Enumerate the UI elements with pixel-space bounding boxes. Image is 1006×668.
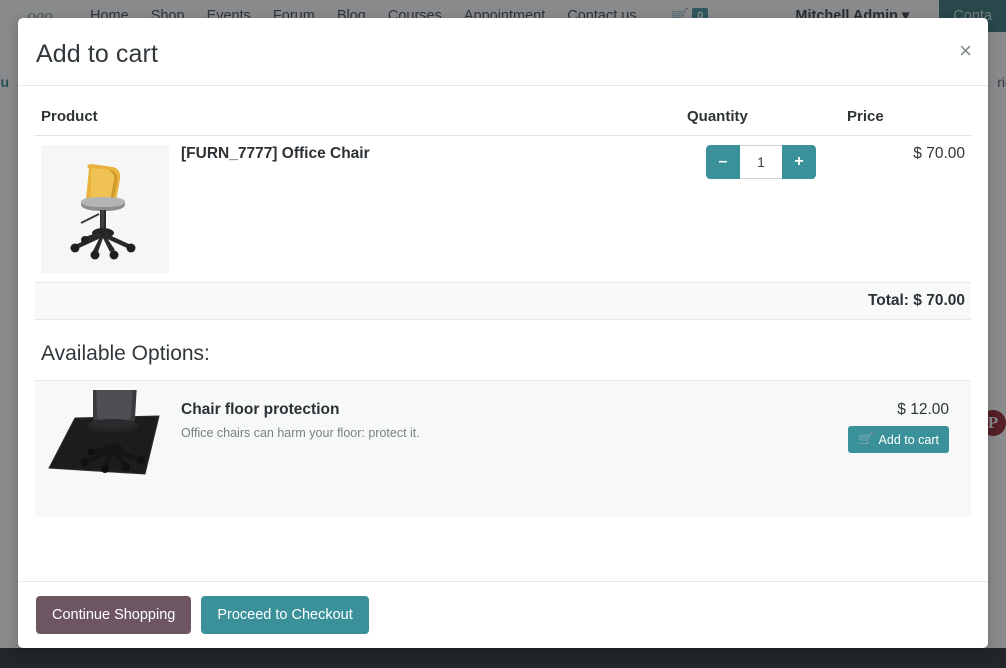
office-chair-illustration — [41, 145, 169, 273]
cart-total-row: Total: $ 70.00 — [35, 282, 971, 320]
quantity-decrease-button[interactable]: – — [706, 145, 740, 179]
add-option-to-cart-button[interactable]: 🛒 Add to cart — [847, 426, 949, 453]
column-header-quantity: Quantity — [681, 100, 841, 136]
product-image-cell — [35, 135, 175, 283]
quantity-stepper: – + — [706, 145, 816, 179]
cart-table-body: [FURN_7777] Office Chair – + $ 70.00 Tot… — [35, 135, 971, 320]
product-name: [FURN_7777] Office Chair — [181, 145, 370, 162]
cart-table-head: Product Quantity Price — [35, 100, 971, 136]
modal-body: Product Quantity Price [FURN_7777] Offic… — [18, 86, 988, 581]
add-to-cart-modal: Add to cart × Product Quantity Price [FU… — [18, 18, 988, 648]
available-options-heading: Available Options: — [41, 342, 210, 365]
table-row: [FURN_7777] Office Chair – + $ 70.00 — [35, 135, 971, 283]
options-table-body: Chair floor protection Office chairs can… — [35, 380, 971, 517]
office-chair-image[interactable] — [41, 145, 169, 273]
option-description-cell: Chair floor protection Office chairs can… — [175, 380, 801, 517]
table-header-row: Product Quantity Price — [35, 100, 971, 136]
continue-shopping-button[interactable]: Continue Shopping — [36, 596, 192, 634]
quantity-increase-button[interactable]: + — [782, 145, 816, 179]
modal-header: Add to cart × — [18, 18, 988, 86]
modal-footer: Continue Shopping Proceed to Checkout — [18, 581, 988, 648]
add-to-cart-label: Add to cart — [878, 432, 939, 447]
available-options-table: Chair floor protection Office chairs can… — [35, 380, 971, 517]
option-description: Office chairs can harm your floor: prote… — [181, 426, 420, 440]
product-price: $ 70.00 — [841, 135, 971, 283]
cart-items-table: Product Quantity Price [FURN_7777] Offic… — [35, 100, 971, 320]
close-icon[interactable]: × — [959, 40, 972, 62]
shopping-cart-icon: 🛒 — [857, 432, 874, 446]
option-price: $ 12.00 — [897, 401, 949, 418]
option-row: Chair floor protection Office chairs can… — [35, 380, 971, 517]
column-header-product: Product — [35, 100, 681, 136]
quantity-input[interactable] — [740, 145, 782, 179]
option-name: Chair floor protection — [181, 401, 340, 418]
modal-title: Add to cart — [36, 40, 158, 68]
product-quantity-cell: – + — [681, 135, 841, 283]
option-price-cell: $ 12.00 🛒 Add to cart — [801, 380, 971, 517]
product-name-cell: [FURN_7777] Office Chair — [175, 135, 681, 283]
option-image-cell — [35, 380, 175, 517]
column-header-price: Price — [841, 100, 971, 136]
chair-floor-mat-illustration — [41, 390, 169, 508]
proceed-to-checkout-button[interactable]: Proceed to Checkout — [201, 596, 369, 634]
cart-total-label: Total: $ 70.00 — [35, 282, 971, 320]
chair-floor-mat-image[interactable] — [41, 390, 169, 508]
